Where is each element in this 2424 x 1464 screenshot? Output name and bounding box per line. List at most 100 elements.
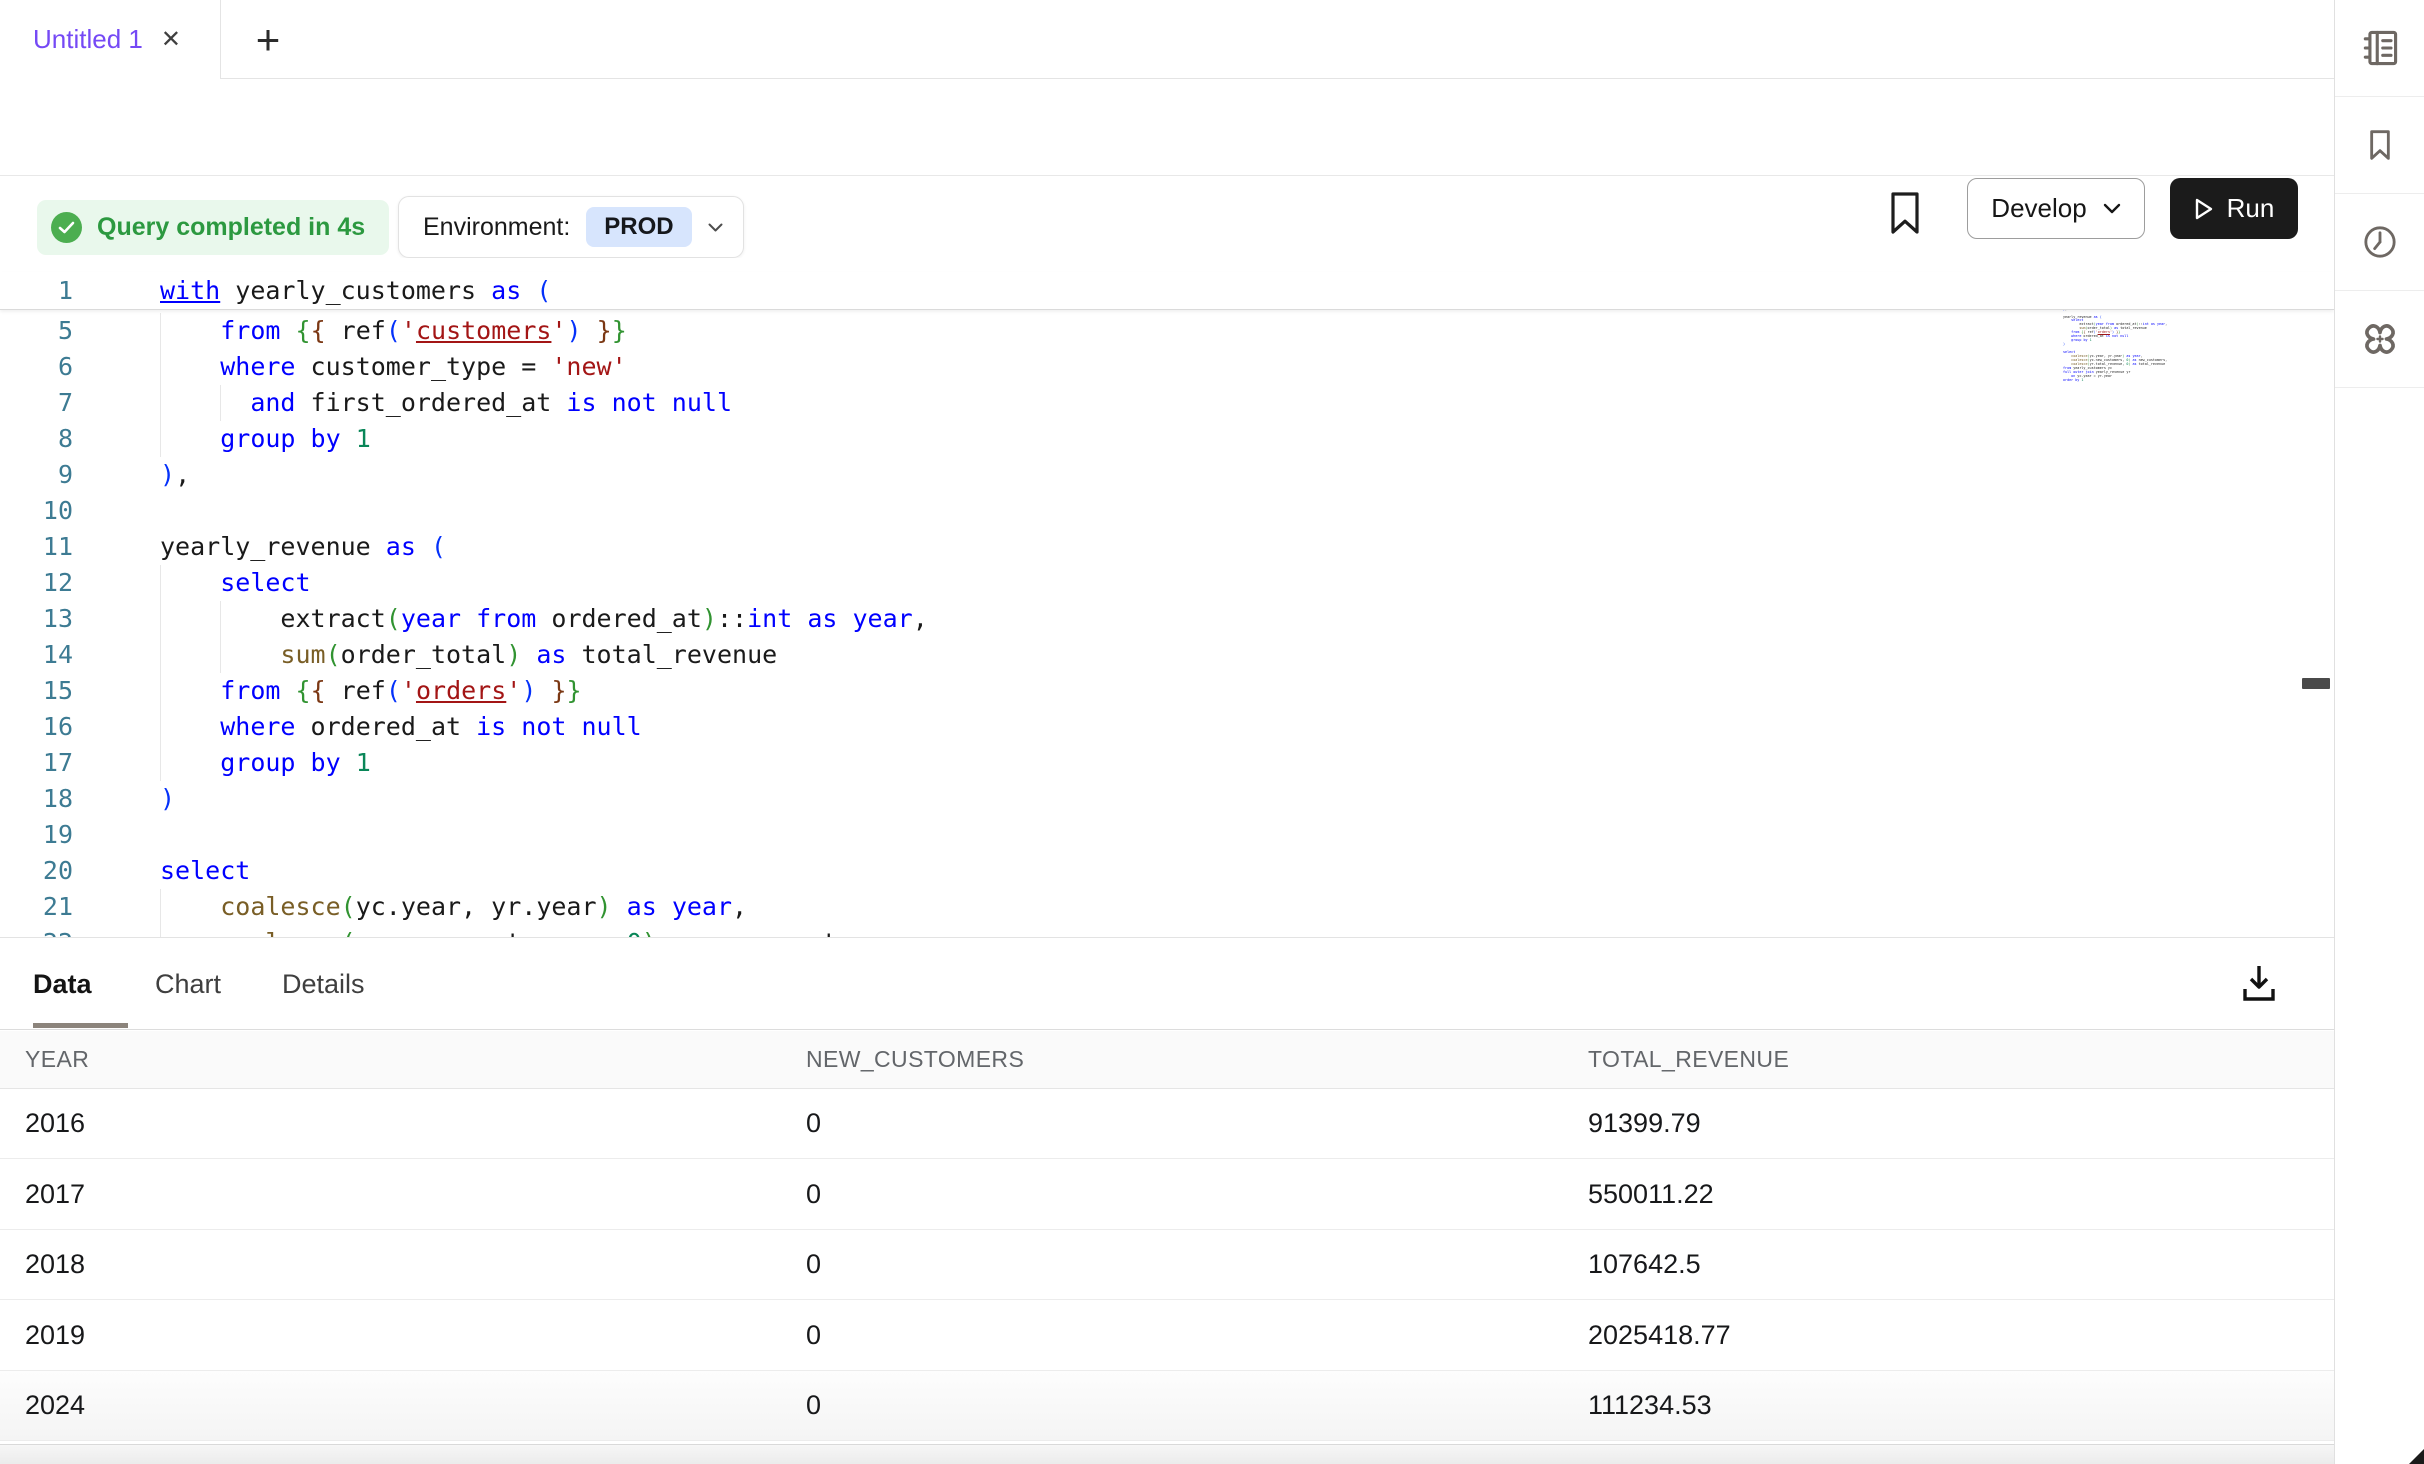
table-cell: 2019 bbox=[25, 1320, 806, 1351]
line-number: 8 bbox=[0, 421, 73, 457]
code-line[interactable]: 16 where ordered_at is not null bbox=[0, 709, 2334, 745]
toolbar: Develop Run bbox=[0, 79, 2334, 176]
table-cell: 2025418.77 bbox=[1588, 1320, 2334, 1351]
code-text: where customer_type = 'new' bbox=[160, 349, 627, 385]
notebook-icon bbox=[2358, 26, 2402, 70]
download-icon bbox=[2240, 962, 2278, 1006]
minimap-line: order by 1 bbox=[2063, 379, 2213, 383]
code-text: group by 1 bbox=[160, 745, 371, 781]
code-text: coalesce(yc.new_customers, 0) as new_cus… bbox=[160, 925, 928, 937]
tab-label: Untitled 1 bbox=[33, 24, 143, 55]
code-line[interactable]: 20select bbox=[0, 853, 2334, 889]
table-row[interactable]: 20170550011.22 bbox=[0, 1160, 2334, 1230]
table-cell: 2017 bbox=[25, 1179, 806, 1210]
develop-label: Develop bbox=[1991, 193, 2086, 224]
line-number: 1 bbox=[0, 272, 73, 309]
code-line[interactable]: 14 sum(order_total) as total_revenue bbox=[0, 637, 2334, 673]
code-text: yearly_revenue as ( bbox=[160, 529, 446, 565]
table-cell: 2016 bbox=[25, 1108, 806, 1139]
table-cell: 111234.53 bbox=[1588, 1390, 2334, 1421]
line-number: 13 bbox=[0, 601, 73, 637]
line-number: 15 bbox=[0, 673, 73, 709]
history-clock-icon bbox=[2360, 222, 2400, 262]
table-row[interactable]: 20240111234.53 bbox=[0, 1371, 2334, 1441]
code-line[interactable]: 17 group by 1 bbox=[0, 745, 2334, 781]
bookmark-icon bbox=[2360, 125, 2400, 165]
line-number: 5 bbox=[0, 313, 73, 349]
download-results-button[interactable] bbox=[2240, 962, 2278, 1006]
tab-data[interactable]: Data bbox=[33, 938, 92, 1030]
line-number: 19 bbox=[0, 817, 73, 853]
sticky-scroll-line[interactable]: 1with yearly_customers as ( bbox=[0, 272, 2334, 310]
tab-chart[interactable]: Chart bbox=[155, 938, 221, 1030]
window-resize-grip[interactable] bbox=[2409, 1449, 2424, 1464]
tab-untitled-1[interactable]: Untitled 1 ✕ bbox=[0, 0, 220, 79]
run-label: Run bbox=[2227, 193, 2275, 224]
code-line[interactable]: 13 extract(year from ordered_at)::int as… bbox=[0, 601, 2334, 637]
sql-ide-app: Untitled 1 ✕ + Develop Run Q bbox=[0, 0, 2424, 1464]
editor-scrollbar-handle[interactable] bbox=[2302, 678, 2330, 689]
line-number: 6 bbox=[0, 349, 73, 385]
run-button[interactable]: Run bbox=[2170, 178, 2298, 239]
code-text: where ordered_at is not null bbox=[160, 709, 642, 745]
code-line[interactable]: 5 from {{ ref('customers') }} bbox=[0, 313, 2334, 349]
sql-editor[interactable]: 1with yearly_customers as ( 5 from {{ re… bbox=[0, 258, 2334, 937]
new-tab-button[interactable]: + bbox=[238, 0, 298, 79]
code-line[interactable]: 10 bbox=[0, 493, 2334, 529]
line-number: 17 bbox=[0, 745, 73, 781]
chevron-down-icon bbox=[708, 223, 723, 232]
table-row[interactable]: 201902025418.77 bbox=[0, 1301, 2334, 1371]
code-text: and first_ordered_at is not null bbox=[160, 385, 732, 421]
line-number: 9 bbox=[0, 457, 73, 493]
table-row[interactable]: 2016091399.79 bbox=[0, 1089, 2334, 1159]
table-cell: 107642.5 bbox=[1588, 1249, 2334, 1280]
code-text: select bbox=[160, 565, 311, 601]
code-viewport[interactable]: 5 from {{ ref('customers') }}6 where cus… bbox=[0, 311, 2334, 937]
code-text: ) bbox=[160, 781, 175, 817]
bookmark-icon bbox=[1888, 189, 1922, 237]
code-line[interactable]: 12 select bbox=[0, 565, 2334, 601]
code-line[interactable]: 21 coalesce(yc.year, yr.year) as year, bbox=[0, 889, 2334, 925]
app-panel-button[interactable] bbox=[2335, 291, 2424, 388]
develop-dropdown[interactable]: Develop bbox=[1967, 178, 2145, 239]
table-cell: 0 bbox=[806, 1249, 1588, 1280]
history-panel-button[interactable] bbox=[2335, 194, 2424, 291]
code-line[interactable]: 7 and first_ordered_at is not null bbox=[0, 385, 2334, 421]
table-cell: 2018 bbox=[25, 1249, 806, 1280]
code-line[interactable]: 8 group by 1 bbox=[0, 421, 2334, 457]
line-number: 12 bbox=[0, 565, 73, 601]
horizontal-scrollbar[interactable] bbox=[0, 1444, 2334, 1464]
code-text: coalesce(yc.year, yr.year) as year, bbox=[160, 889, 747, 925]
success-check-icon bbox=[51, 212, 82, 243]
code-line[interactable]: 15 from {{ ref('orders') }} bbox=[0, 673, 2334, 709]
bookmarks-panel-button[interactable] bbox=[2335, 97, 2424, 194]
line-number: 18 bbox=[0, 781, 73, 817]
code-line[interactable]: 19 bbox=[0, 817, 2334, 853]
line-number: 22 bbox=[0, 925, 73, 937]
tab-details[interactable]: Details bbox=[282, 938, 365, 1030]
environment-selector[interactable]: Environment: PROD bbox=[398, 196, 744, 258]
tab-bar: Untitled 1 ✕ + bbox=[0, 0, 2334, 79]
code-line[interactable]: 18) bbox=[0, 781, 2334, 817]
code-line[interactable]: 6 where customer_type = 'new' bbox=[0, 349, 2334, 385]
close-tab-icon[interactable]: ✕ bbox=[161, 28, 181, 52]
code-text: from {{ ref('customers') }} bbox=[160, 313, 627, 349]
table-cell: 0 bbox=[806, 1179, 1588, 1210]
environment-value-badge: PROD bbox=[586, 207, 691, 247]
table-row[interactable]: 20180107642.5 bbox=[0, 1230, 2334, 1300]
bookmark-button[interactable] bbox=[1888, 189, 1922, 237]
table-cell: 0 bbox=[806, 1108, 1588, 1139]
code-line[interactable]: 9), bbox=[0, 457, 2334, 493]
table-cell: 0 bbox=[806, 1390, 1588, 1421]
app-logo-icon bbox=[2358, 317, 2402, 361]
notebook-panel-button[interactable] bbox=[2335, 0, 2424, 97]
table-header: YEARNEW_CUSTOMERSTOTAL_REVENUE bbox=[0, 1031, 2334, 1089]
code-line[interactable]: 1with yearly_customers as ( bbox=[0, 272, 2334, 309]
chevron-down-icon bbox=[2103, 203, 2121, 214]
code-text: group by 1 bbox=[160, 421, 371, 457]
results-panel: Data Chart Details YEARNEW_CUSTOMERSTOTAL_… bbox=[0, 937, 2334, 1464]
table-cell: 2024 bbox=[25, 1390, 806, 1421]
code-line[interactable]: 11yearly_revenue as ( bbox=[0, 529, 2334, 565]
line-number: 14 bbox=[0, 637, 73, 673]
code-line[interactable]: 22 coalesce(yc.new_customers, 0) as new_… bbox=[0, 925, 2334, 937]
